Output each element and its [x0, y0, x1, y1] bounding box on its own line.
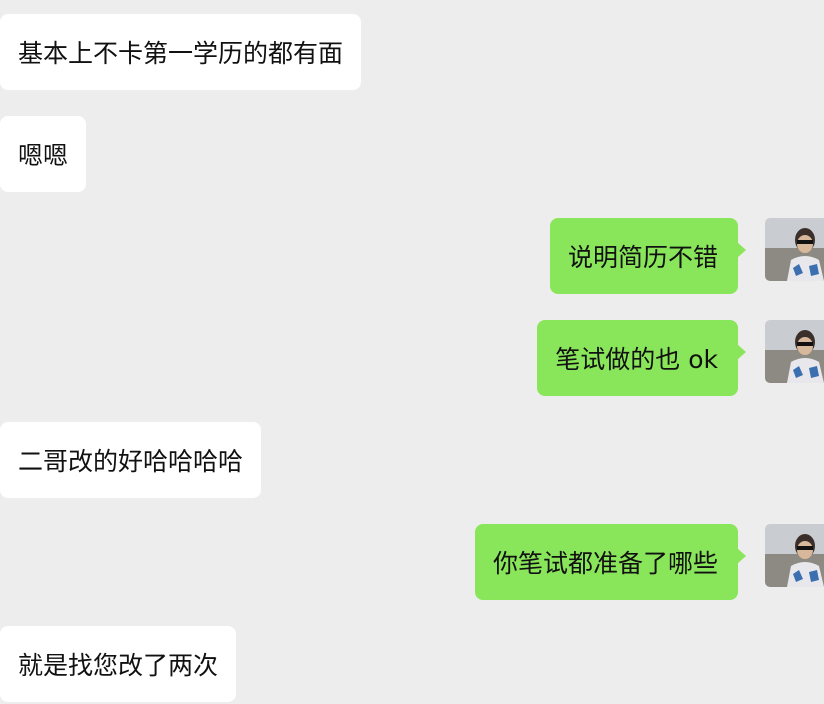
message-text: 笔试做的也 ok [555, 345, 718, 374]
incoming-message-bubble[interactable]: 就是找您改了两次 [0, 626, 237, 702]
message-text: 就是找您改了两次 [18, 651, 219, 680]
avatar[interactable] [765, 320, 824, 383]
user-avatar-icon [765, 524, 824, 587]
user-avatar-icon [765, 218, 824, 281]
outgoing-message-bubble[interactable]: 笔试做的也 ok [537, 320, 746, 396]
avatar[interactable] [765, 218, 824, 281]
message-text: 嗯嗯 [18, 141, 69, 170]
message-text: 说明简历不错 [567, 243, 718, 272]
incoming-message-bubble[interactable]: 嗯嗯 [0, 116, 87, 192]
user-avatar-icon [765, 320, 824, 383]
message-text: 二哥改的好哈哈哈哈 [18, 447, 244, 476]
incoming-message-bubble[interactable]: 基本上不卡第一学历的都有面 [0, 14, 362, 90]
outgoing-message-bubble[interactable]: 说明简历不错 [549, 218, 747, 294]
incoming-message-bubble[interactable]: 二哥改的好哈哈哈哈 [0, 422, 262, 498]
message-text: 你笔试都准备了哪些 [492, 549, 718, 578]
avatar[interactable] [765, 524, 824, 587]
message-text: 基本上不卡第一学历的都有面 [18, 39, 344, 68]
outgoing-message-bubble[interactable]: 你笔试都准备了哪些 [474, 524, 747, 600]
